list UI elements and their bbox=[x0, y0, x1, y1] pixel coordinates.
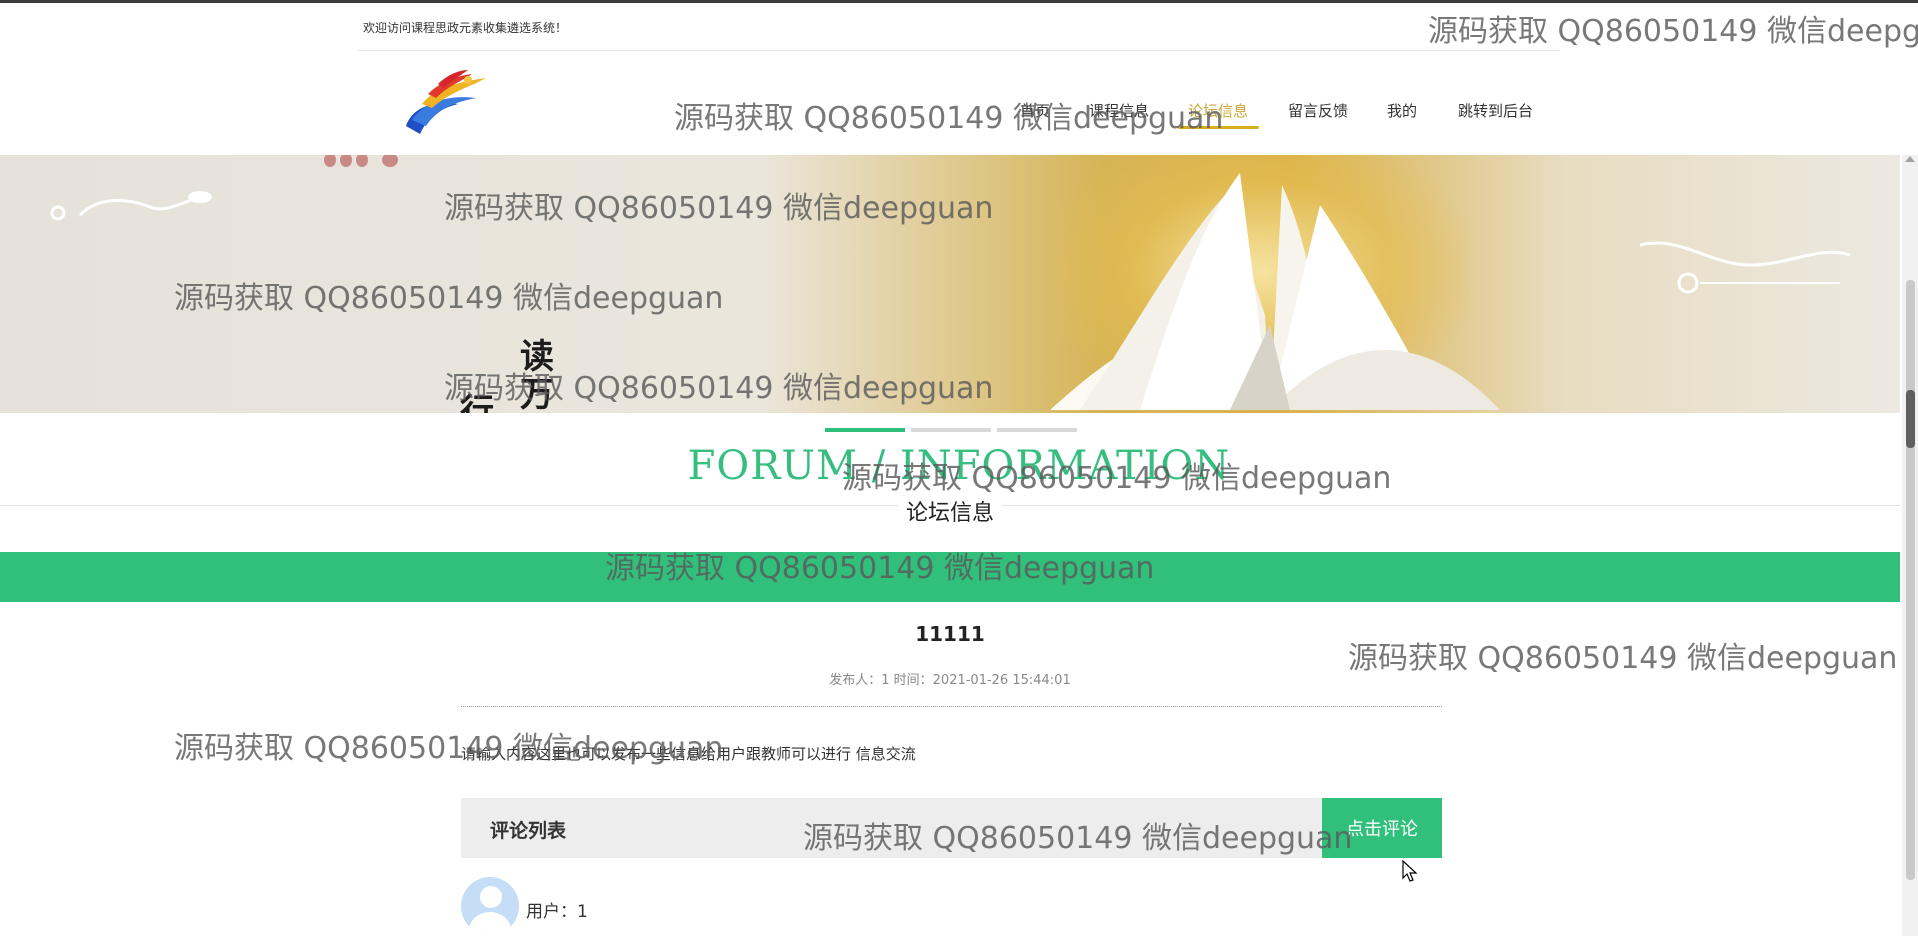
nav-item-courses[interactable]: 课程信息 bbox=[1089, 100, 1149, 121]
mouse-cursor-icon bbox=[1402, 860, 1418, 882]
carousel-indicator-3[interactable] bbox=[997, 428, 1077, 432]
decorative-dots bbox=[324, 155, 398, 167]
section-title-en: FORUM / INFORMATION bbox=[687, 443, 1231, 489]
nav-active-indicator bbox=[1178, 126, 1259, 129]
comment-list-header bbox=[461, 798, 1442, 858]
post-content: 请输入内容这里也可以发布一些信息给用户跟教师可以进行 信息交流 bbox=[461, 745, 916, 763]
hero-banner[interactable]: 读万卷书 行万里路 bbox=[0, 155, 1900, 413]
post-divider bbox=[461, 706, 1442, 707]
header-divider bbox=[358, 50, 1560, 51]
open-book-image bbox=[1050, 173, 1500, 410]
section-title-cn-wrap: 论坛信息 bbox=[0, 495, 1900, 527]
cloud-ornament-left bbox=[50, 191, 212, 221]
calligraphy-read: 读万卷书 bbox=[520, 337, 554, 413]
nav-item-admin[interactable]: 跳转到后台 bbox=[1458, 100, 1533, 121]
post-title: 11111 bbox=[915, 622, 985, 646]
nav-item-forum[interactable]: 论坛信息 bbox=[1188, 100, 1248, 121]
watermark: 源码获取 QQ86050149 微信deepguan bbox=[1428, 14, 1918, 49]
scrollbar-thumb[interactable] bbox=[1906, 390, 1915, 448]
comment-list-title: 评论列表 bbox=[490, 820, 567, 842]
avatar-head bbox=[480, 886, 502, 908]
main-nav: 首页 课程信息 论坛信息 留言反馈 我的 跳转到后台 bbox=[0, 100, 1918, 140]
add-comment-button[interactable]: 点击评论 bbox=[1322, 798, 1442, 858]
cloud-ornament-right bbox=[1639, 241, 1851, 294]
welcome-text: 欢迎访问课程思政元素收集遴选系统！ bbox=[363, 21, 568, 35]
carousel-indicator-1[interactable] bbox=[825, 428, 905, 432]
post-meta: 发布人：1 时间：2021-01-26 15:44:01 bbox=[829, 673, 1071, 688]
nav-item-mine[interactable]: 我的 bbox=[1387, 100, 1417, 121]
scroll-up-arrow-icon[interactable] bbox=[1905, 156, 1915, 162]
avatar-body bbox=[469, 912, 511, 935]
calligraphy-travel: 行万里路 bbox=[460, 392, 494, 413]
section-title-cn: 论坛信息 bbox=[897, 501, 1002, 526]
nav-item-home[interactable]: 首页 bbox=[1020, 100, 1050, 121]
carousel-indicator-2[interactable] bbox=[911, 428, 991, 432]
nav-item-feedback[interactable]: 留言反馈 bbox=[1288, 100, 1348, 121]
accent-strip bbox=[0, 552, 1900, 602]
avatar bbox=[461, 877, 519, 935]
comment-user: 用户：1 bbox=[526, 902, 588, 922]
window-top-bar bbox=[0, 0, 1918, 3]
scrollbar-track[interactable] bbox=[1906, 280, 1915, 880]
